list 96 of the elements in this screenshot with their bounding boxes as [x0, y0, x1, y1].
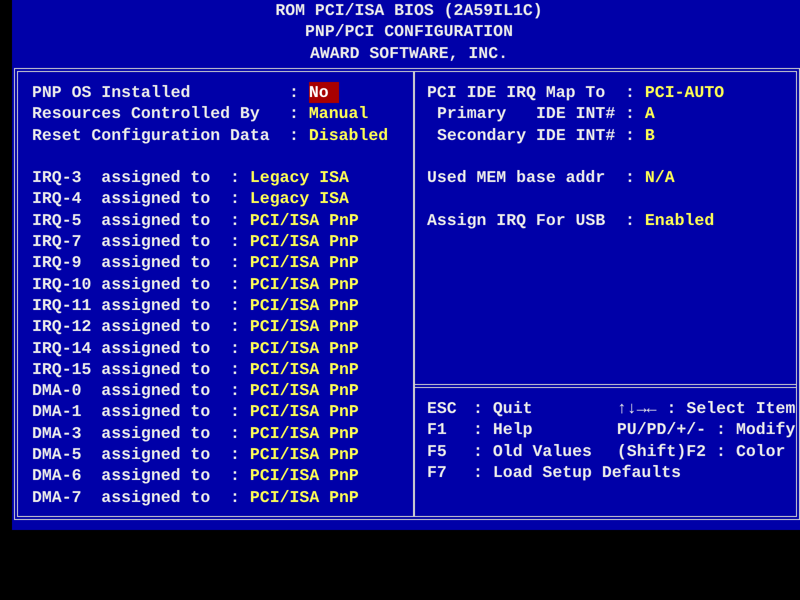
setting-label: IRQ-7 assigned to [32, 231, 212, 252]
colon: : [230, 231, 240, 252]
setting-value[interactable]: PCI/ISA PnP [250, 316, 359, 338]
help-key: (Shift)F2 [616, 440, 706, 462]
setting-label: IRQ-11 assigned to [32, 294, 212, 316]
colon: : [230, 444, 240, 466]
setting-label: IRQ-3 assigned to [32, 167, 212, 188]
setting-label: PCI IDE IRQ Map To [427, 82, 606, 104]
setting-value[interactable]: PCI/ISA PnP [250, 338, 359, 359]
colon: : [230, 188, 240, 210]
colon: : [230, 422, 240, 444]
colon: : [625, 167, 635, 188]
setting-label: DMA-5 assigned to [32, 444, 212, 466]
setting-value[interactable]: PCI/ISA PnP [250, 486, 359, 508]
colon: : [230, 465, 240, 487]
help-key: F7 [427, 462, 463, 484]
setting-value[interactable]: PCI/ISA PnP [250, 231, 359, 252]
colon: : [230, 294, 240, 316]
setting-label: Primary IDE INT# [436, 103, 615, 125]
colon: : [716, 440, 726, 462]
colon: : [230, 338, 240, 359]
setting-value[interactable]: PCI/ISA PnP [250, 294, 359, 316]
colon: : [473, 440, 483, 462]
colon: : [230, 210, 240, 232]
help-action: Load Setup Defaults [492, 462, 682, 484]
colon: : [289, 124, 299, 146]
setting-value[interactable]: PCI/ISA PnP [250, 380, 359, 402]
colon: : [230, 358, 240, 380]
help-key: ↑↓→← [616, 398, 657, 420]
setting-value[interactable]: Enabled [644, 210, 714, 232]
setting-value[interactable]: Disabled [308, 124, 388, 146]
setting-value[interactable]: PCI/ISA PnP [250, 444, 359, 466]
help-action: Modify [736, 419, 796, 441]
setting-value[interactable]: PCI/ISA PnP [250, 274, 359, 295]
setting-value[interactable]: Manual [308, 103, 368, 125]
colon: : [473, 419, 483, 441]
setting-value[interactable]: A [644, 103, 655, 125]
setting-label: Reset Configuration Data [32, 124, 271, 146]
help-action: Quit [492, 398, 534, 420]
setting-label: DMA-0 assigned to [32, 380, 212, 402]
setting-value[interactable]: Legacy ISA [250, 167, 349, 188]
setting-value[interactable]: PCI/ISA PnP [250, 252, 359, 274]
colon: : [230, 401, 240, 423]
setting-value[interactable]: PCI-AUTO [644, 82, 724, 104]
setting-value[interactable]: PCI/ISA PnP [250, 401, 359, 423]
setting-label: IRQ-9 assigned to [32, 252, 212, 274]
setting-value[interactable]: No [308, 82, 339, 104]
colon: : [716, 419, 726, 441]
help-action: Help [492, 419, 534, 441]
setting-value[interactable]: PCI/ISA PnP [250, 358, 359, 380]
colon: : [230, 274, 240, 295]
colon: : [230, 380, 240, 402]
setting-label: DMA-1 assigned to [32, 401, 212, 423]
setting-label: IRQ-14 assigned to [32, 338, 212, 359]
setting-value[interactable]: PCI/ISA PnP [250, 422, 359, 444]
colon: : [230, 486, 240, 508]
help-action: Old Values [492, 440, 593, 462]
setting-label: IRQ-4 assigned to [32, 188, 212, 210]
setting-label: IRQ-15 assigned to [32, 358, 212, 380]
colon: : [473, 398, 483, 420]
colon: : [289, 103, 299, 125]
colon: : [625, 103, 635, 125]
help-key: F1 [427, 419, 463, 441]
help-action: Color [736, 440, 786, 462]
setting-value[interactable]: B [644, 124, 655, 146]
setting-label: Used MEM base addr [427, 167, 606, 188]
colon: : [230, 167, 240, 188]
help-key: F5 [427, 440, 463, 462]
setting-label: DMA-7 assigned to [32, 486, 212, 508]
setting-label: IRQ-12 assigned to [32, 316, 212, 338]
help-action: Select Item [686, 398, 796, 420]
setting-label: PNP OS Installed [32, 82, 192, 104]
setting-label: Assign IRQ For USB [427, 210, 606, 232]
setting-label: IRQ-5 assigned to [32, 210, 212, 232]
setting-label: Resources Controlled By [32, 103, 261, 125]
setting-label: DMA-3 assigned to [32, 422, 212, 444]
setting-value[interactable]: PCI/ISA PnP [250, 465, 359, 487]
bios-title: AWARD SOFTWARE, INC. [310, 42, 508, 64]
bios-title: PNP/PCI CONFIGURATION [305, 21, 513, 43]
colon: : [625, 124, 635, 146]
setting-value[interactable]: Legacy ISA [250, 188, 349, 210]
setting-label: Secondary IDE INT# [436, 124, 615, 146]
setting-label: DMA-6 assigned to [32, 465, 212, 487]
bios-title: ROM PCI/ISA BIOS (2A59IL1C) [275, 0, 543, 22]
colon: : [473, 462, 483, 484]
colon: : [625, 82, 635, 104]
colon: : [289, 82, 299, 104]
colon: : [625, 210, 635, 232]
setting-label: IRQ-10 assigned to [32, 274, 212, 295]
setting-value[interactable]: N/A [644, 167, 675, 188]
help-key: PU/PD/+/- [616, 419, 706, 441]
colon: : [230, 252, 240, 274]
colon: : [666, 398, 676, 420]
setting-value[interactable]: PCI/ISA PnP [250, 210, 359, 232]
colon: : [230, 316, 240, 338]
help-key: ESC [427, 398, 463, 420]
